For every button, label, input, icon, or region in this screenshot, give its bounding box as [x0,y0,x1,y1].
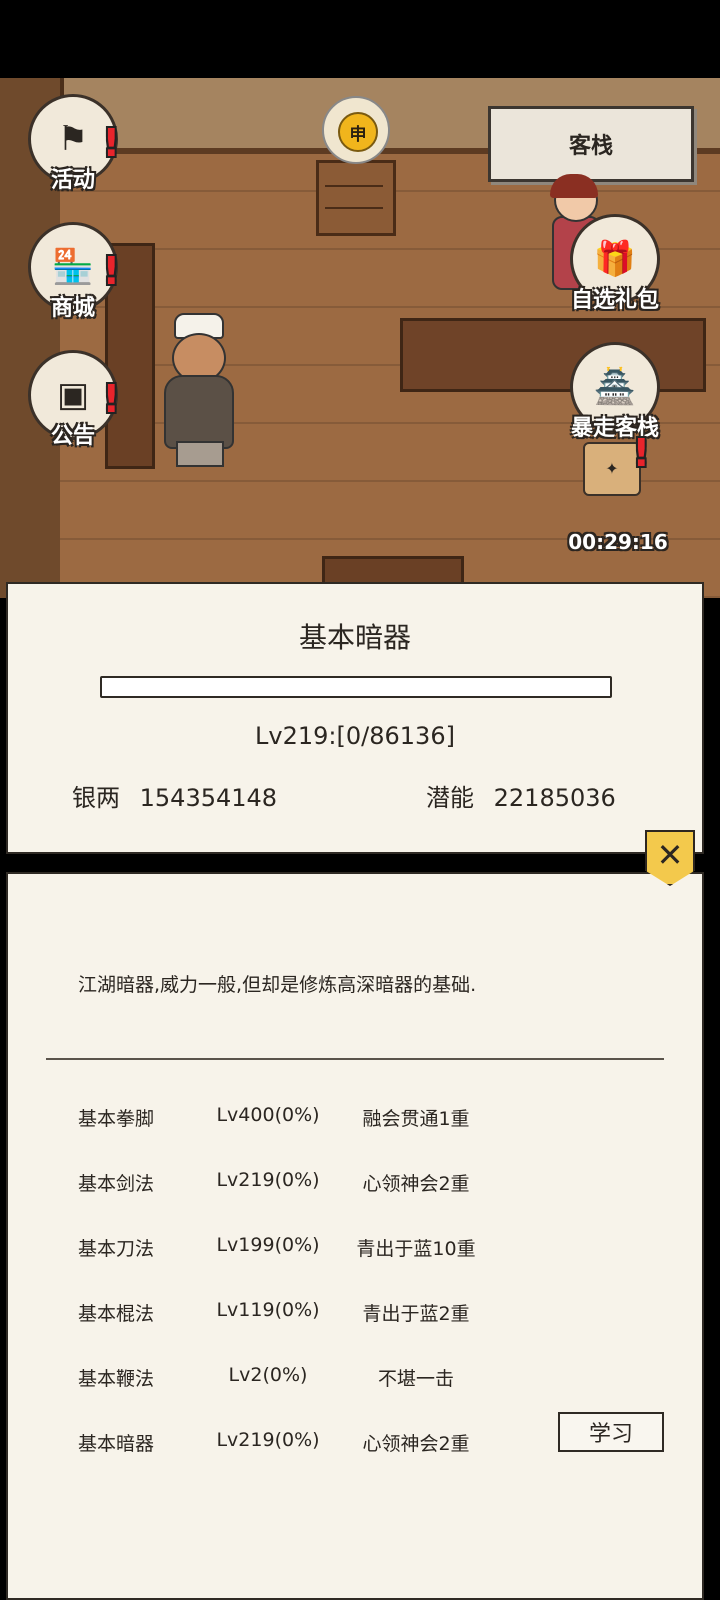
skill-level: Lv219(0%) [216,1169,320,1191]
skill-level: Lv119(0%) [216,1299,320,1321]
skill-name: 基本拳脚 [78,1108,155,1130]
shop-label: 商城 [50,296,95,321]
skill-row[interactable]: 基本剑法 Lv219(0%) 心领神会2重 [8,1159,702,1199]
activity-button[interactable]: ⚑ 活动 ! [28,94,120,194]
gift-pack-label: 自选礼包 [570,288,659,313]
activity-label: 活动 [50,168,95,193]
level-text: Lv219:[0/86136] [255,722,455,750]
skill-tier: 融会贯通1重 [362,1108,470,1130]
skill-name: 基本暗器 [78,1433,155,1455]
shop-button[interactable]: 🏪 商城 ! [28,222,120,322]
silver-label: 银两 [72,784,120,812]
alert-icon: ! [102,377,120,421]
alert-icon: ! [632,431,650,475]
gift-pack-button[interactable]: 🎁 自选礼包 [570,214,660,314]
skill-name: 基本刀法 [78,1238,155,1260]
skill-name: 基本鞭法 [78,1368,155,1390]
skill-tier: 心领神会2重 [362,1433,470,1455]
potential-value: 22185036 [493,784,616,812]
notice-button[interactable]: ▣ 公告 ! [28,350,120,450]
skill-level: Lv199(0%) [216,1234,320,1256]
skill-name: 基本棍法 [78,1303,155,1325]
skill-tier: 不堪一击 [377,1368,454,1390]
skill-level: Lv2(0%) [228,1364,308,1386]
skill-name: 基本剑法 [78,1173,155,1195]
game-scene: 申 客栈 ⚑ 活动 ! 🏪 商城 ! ▣ 公告 ! 🎁 自选礼包 🏯 暴走客栈 … [0,78,720,598]
skill-level: Lv400(0%) [216,1104,320,1126]
exp-progress-bar [100,676,612,698]
silver-value: 154354148 [139,784,278,812]
skill-level: Lv219(0%) [216,1429,320,1451]
skill-detail-panel: 江湖暗器,威力一般,但却是修炼高深暗器的基础. 基本拳脚 Lv400(0%) 融… [6,872,704,1600]
skill-tier: 青出于蓝10重 [356,1238,476,1260]
counter [400,318,706,392]
skill-info-panel: 基本暗器 Lv219:[0/86136] 银两 154354148 潜能 221… [6,582,704,854]
skill-row[interactable]: 基本拳脚 Lv400(0%) 融会贯通1重 [8,1094,702,1134]
skill-row[interactable]: 基本刀法 Lv199(0%) 青出于蓝10重 [8,1224,702,1264]
promo-button[interactable]: ✦ ! [572,434,652,502]
potential-label: 潜能 [426,784,474,812]
time-symbol: 申 [338,112,378,152]
skill-row[interactable]: 基本鞭法 Lv2(0%) 不堪一击 [8,1354,702,1394]
learn-button[interactable]: 学习 [558,1412,664,1452]
potential-stat: 潜能 22185036 [426,778,616,813]
rampage-inn-button[interactable]: 🏯 暴走客栈 [570,342,660,442]
promo-timer: 00:29:16 [568,530,668,554]
drawer-cabinet [316,160,396,236]
notice-label: 公告 [50,424,95,449]
skill-tier: 青出于蓝2重 [362,1303,470,1325]
alert-icon: ! [102,121,120,165]
time-of-day-icon[interactable]: 申 [322,96,390,164]
chef-character[interactable] [158,313,238,467]
skill-tier: 心领神会2重 [362,1173,470,1195]
skill-title: 基本暗器 [298,621,411,654]
skill-row[interactable]: 基本棍法 Lv119(0%) 青出于蓝2重 [8,1289,702,1329]
silver-stat: 银两 154354148 [72,778,277,813]
inn-button[interactable]: 客栈 [488,106,694,182]
skill-description: 江湖暗器,威力一般,但却是修炼高深暗器的基础. [78,974,477,996]
divider [46,1058,664,1060]
alert-icon: ! [102,249,120,293]
